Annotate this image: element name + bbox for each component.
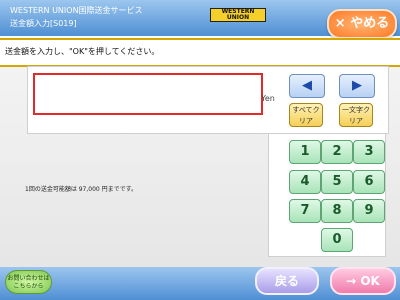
cancel-button[interactable]: × やめる <box>327 9 397 39</box>
clear-all-button[interactable]: すべてクリア <box>289 103 323 127</box>
key-0[interactable]: 0 <box>321 228 353 252</box>
key-5[interactable]: 5 <box>321 170 353 194</box>
instruction-text: 送金額を入力し、"OK"を押してください。 <box>5 47 160 56</box>
key-4[interactable]: 4 <box>289 170 321 194</box>
currency-unit: Yen <box>261 94 275 103</box>
cursor-left-button[interactable]: ◀ <box>289 74 325 98</box>
back-button[interactable]: 戻る <box>255 267 319 295</box>
key-2[interactable]: 2 <box>321 140 353 164</box>
western-union-logo: WESTERN UNION <box>210 8 266 22</box>
inquiry-button[interactable]: お問い合わせはこちらから <box>5 270 52 294</box>
key-6[interactable]: 6 <box>353 170 385 194</box>
screen-title: 送金額入力[S019] <box>10 19 77 28</box>
key-8[interactable]: 8 <box>321 199 353 223</box>
key-1[interactable]: 1 <box>289 140 321 164</box>
cursor-right-button[interactable]: ▶ <box>339 74 375 98</box>
instruction-bar: 送金額を入力し、"OK"を押してください。 <box>0 38 400 67</box>
service-title: WESTERN UNION国際送金サービス <box>10 6 143 15</box>
key-3[interactable]: 3 <box>353 140 385 164</box>
clear-one-button[interactable]: 一文字クリア <box>339 103 373 127</box>
send-limit-text: 1回の送金可能額は 97,000 円までです。 <box>25 186 138 193</box>
ok-button[interactable]: → OK <box>330 267 396 295</box>
key-7[interactable]: 7 <box>289 199 321 223</box>
key-9[interactable]: 9 <box>353 199 385 223</box>
amount-input[interactable] <box>33 73 263 115</box>
